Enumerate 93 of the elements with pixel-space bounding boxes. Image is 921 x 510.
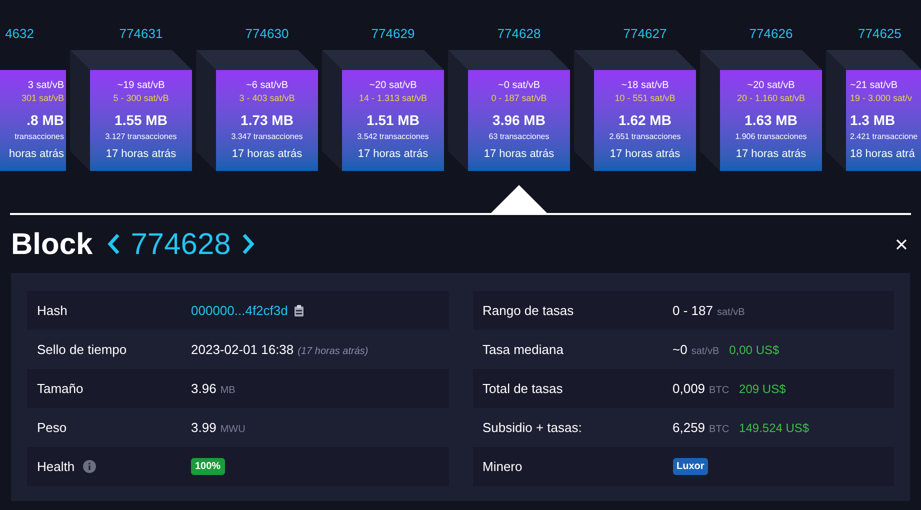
- fiat-value: 0,00 US$: [729, 342, 780, 359]
- row-label: Sello de tiempo: [37, 340, 127, 359]
- transaction-count: 3.542 transacciones: [357, 131, 429, 143]
- block-age: 17 horas atrás: [736, 147, 806, 161]
- previous-chevron-icon[interactable]: [106, 233, 121, 255]
- transaction-count: transacciones: [14, 131, 64, 143]
- median-fee: ~0 sat/vB: [498, 79, 540, 92]
- block-card[interactable]: ~20 sat/vB 14 - 1.313 sat/vB 1.51 MB 3.542 transacciones 17 horas atrás: [342, 70, 444, 171]
- row-label: Health: [37, 458, 75, 476]
- block-card[interactable]: ~21 sat/vB 19 - 3.000 sat/v 1.3 MB 2.421 transaccione 18 horas atrá: [846, 70, 921, 171]
- fiat-value: 149.524 US$: [739, 420, 810, 437]
- transaction-count: 63 transacciones: [488, 131, 550, 143]
- median-fee: ~20 sat/vB: [369, 79, 417, 92]
- timestamp: 2023-02-01 16:38: [191, 340, 294, 359]
- unit-label: sat/vB: [691, 344, 720, 359]
- row-value: 6,259: [672, 418, 706, 437]
- median-fee: ~6 sat/vB: [246, 79, 288, 92]
- block-age: 17 horas atrás: [484, 147, 554, 161]
- info-icon[interactable]: [82, 460, 96, 473]
- status-badge: 100%: [191, 458, 225, 475]
- unit-label: sat/vB: [716, 306, 745, 320]
- fiat-value: 209 US$: [739, 380, 786, 398]
- block-height-link[interactable]: 774626: [700, 24, 822, 50]
- block-age: 17 horas atrás: [106, 147, 176, 161]
- next-chevron-icon[interactable]: [240, 233, 255, 255]
- fee-range: 20 - 1.160 sat/vB: [736, 92, 806, 105]
- unit-label: BTC: [709, 384, 730, 398]
- block-age: 17 horas atrás: [232, 147, 302, 161]
- block-size: 1.55 MB: [114, 111, 168, 129]
- fee-range: 10 - 551 sat/vB: [614, 92, 676, 105]
- block-height-link[interactable]: 774628: [448, 24, 570, 50]
- transaction-count: 1.906 transacciones: [735, 131, 807, 143]
- row-value: 3.99: [191, 418, 216, 437]
- block-card[interactable]: ~18 sat/vB 10 - 551 sat/vB 1.62 MB 2.651 transacciones 17 horas atrás: [594, 70, 696, 171]
- block-age: 18 horas atrá: [850, 147, 915, 161]
- row-label: Peso: [37, 418, 67, 437]
- block-size: 1.62 MB: [618, 111, 672, 129]
- block-height-link[interactable]: 774625: [826, 24, 921, 50]
- fee-range: 0 - 187 sat/vB: [491, 92, 547, 105]
- row-label: Subsidio + tasas:: [482, 418, 582, 437]
- block-height-link[interactable]: 774627: [574, 24, 696, 50]
- row-label: Tasa mediana: [482, 340, 564, 359]
- block-title: Block: [11, 226, 93, 262]
- block-card[interactable]: 3 sat/vB 301 sat/vB .8 MB transacciones horas atrás: [0, 70, 66, 171]
- median-fee: ~20 sat/vB: [747, 79, 795, 92]
- block-height-link[interactable]: 774629: [322, 24, 444, 50]
- unit-label: MWU: [220, 422, 246, 437]
- unit-label: BTC: [709, 422, 730, 437]
- row-value: 0,009: [672, 380, 706, 398]
- block-height: 774628: [130, 226, 231, 262]
- block-height-link[interactable]: 774630: [196, 24, 318, 50]
- close-icon[interactable]: [896, 238, 907, 250]
- row-label: Hash: [37, 302, 68, 320]
- block-size: 1.51 MB: [366, 111, 420, 129]
- transaction-count: 3.347 transacciones: [231, 131, 303, 143]
- fee-range: 3 - 403 sat/vB: [239, 92, 295, 105]
- block-age: 17 horas atrás: [358, 147, 428, 161]
- median-fee: 3 sat/vB: [28, 79, 64, 92]
- block-height-link[interactable]: 4632: [0, 24, 66, 50]
- block-age: horas atrás: [8, 147, 64, 161]
- row-label: Total de tasas: [482, 380, 563, 398]
- unit-label: MB: [220, 384, 236, 398]
- row-value: 0 - 187: [672, 302, 713, 320]
- relative-time: (17 horas atrás): [298, 344, 368, 359]
- block-card[interactable]: ~19 sat/vB 5 - 300 sat/vB 1.55 MB 3.127 transacciones 17 horas atrás: [90, 70, 192, 171]
- block-size: .8 MB: [26, 111, 64, 129]
- block-size: 3.96 MB: [492, 111, 546, 129]
- row-value: 3.96: [191, 380, 216, 398]
- block-size: 1.63 MB: [744, 111, 798, 129]
- clipboard-copy-icon[interactable]: [294, 304, 304, 316]
- hash-link[interactable]: 000000...4f2cf3d: [191, 300, 288, 320]
- fee-range: 19 - 3.000 sat/v: [850, 92, 912, 105]
- row-label: Tamaño: [37, 380, 84, 398]
- row-value: ~0: [672, 340, 688, 359]
- fee-range: 5 - 300 sat/vB: [113, 92, 169, 105]
- median-fee: ~18 sat/vB: [621, 79, 669, 92]
- transaction-count: 2.421 transaccione: [850, 131, 918, 143]
- block-size: 1.3 MB: [850, 111, 896, 129]
- block-card[interactable]: ~6 sat/vB 3 - 403 sat/vB 1.73 MB 3.347 transacciones 17 horas atrás: [216, 70, 318, 171]
- fee-range: 301 sat/vB: [21, 92, 64, 105]
- row-label: Rango de tasas: [482, 302, 574, 320]
- block-age: 17 horas atrás: [610, 147, 680, 161]
- fee-range: 14 - 1.313 sat/vB: [358, 92, 428, 105]
- block-height-link[interactable]: 774631: [70, 24, 192, 50]
- transaction-count: 2.651 transacciones: [609, 131, 681, 143]
- status-badge: Luxor: [672, 458, 708, 475]
- block-card[interactable]: ~0 sat/vB 0 - 187 sat/vB 3.96 MB 63 transacciones 17 horas atrás: [468, 70, 570, 171]
- median-fee: ~19 sat/vB: [117, 79, 165, 92]
- median-fee: ~21 sat/vB: [850, 79, 898, 92]
- block-card[interactable]: ~20 sat/vB 20 - 1.160 sat/vB 1.63 MB 1.906 transacciones 17 horas atrás: [720, 70, 822, 171]
- row-label: Minero: [482, 458, 522, 476]
- transaction-count: 3.127 transacciones: [105, 131, 177, 143]
- block-size: 1.73 MB: [240, 111, 294, 129]
